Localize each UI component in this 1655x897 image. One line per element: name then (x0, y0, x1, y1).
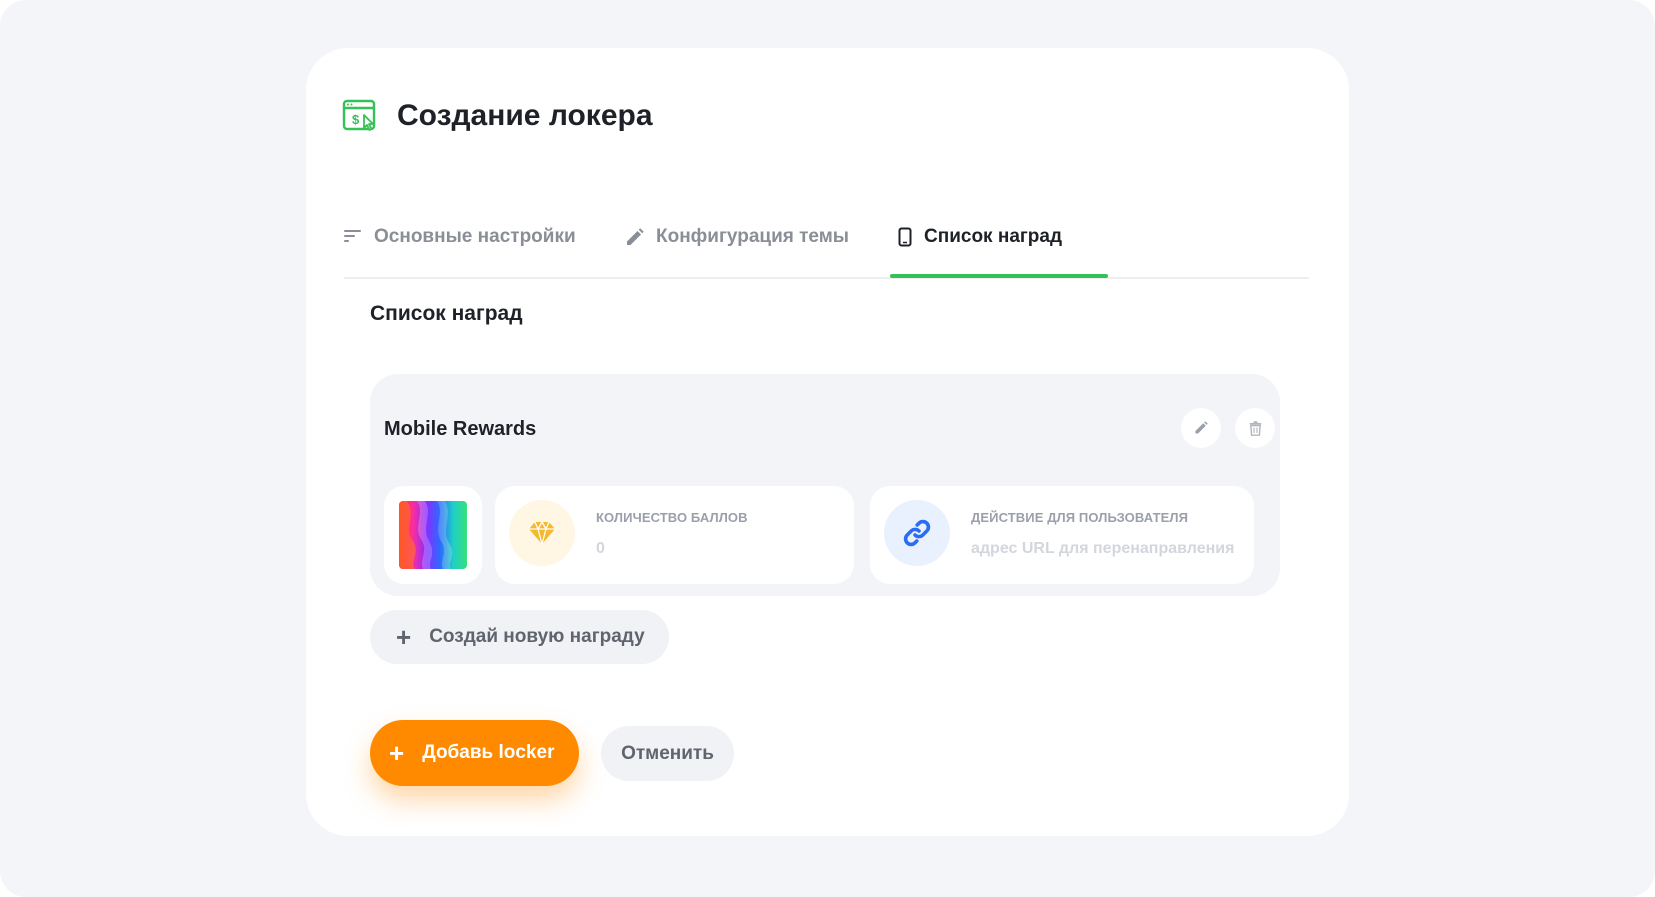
tab-rewards-list[interactable]: Список наград (898, 226, 1062, 248)
user-action-label: Действие для пользователя (971, 510, 1189, 525)
points-value: 0 (596, 540, 605, 557)
tab-label: Основные настройки (374, 226, 576, 247)
page-header: $ Создание локера (342, 98, 653, 134)
delete-reward-button[interactable] (1235, 408, 1275, 448)
cancel-button[interactable]: Отменить (601, 726, 734, 781)
create-reward-label: Создай новую награду (429, 626, 645, 647)
reward-thumbnail (399, 501, 467, 569)
svg-text:$: $ (352, 112, 360, 127)
diamond-icon-wrap (509, 500, 575, 566)
pencil-icon (627, 227, 644, 245)
points-label: Количество баллов (596, 510, 748, 525)
link-icon-wrap (884, 500, 950, 566)
page-title: Создание локера (397, 99, 653, 132)
redirect-url-placeholder: адрес URL для перенаправления (971, 540, 1235, 557)
add-locker-button[interactable]: + Добавь locker (370, 720, 579, 786)
smartphone-icon (898, 227, 912, 247)
diamond-icon (529, 521, 555, 545)
pencil-icon (1195, 421, 1208, 434)
add-locker-label: Добавь locker (422, 742, 555, 763)
section-title: Список наград (370, 302, 523, 325)
plus-icon: + (396, 621, 412, 652)
tabs-divider (344, 277, 1309, 279)
active-tab-indicator (890, 274, 1108, 278)
sort-lines-icon (344, 230, 361, 242)
edit-reward-button[interactable] (1181, 408, 1221, 448)
link-icon (903, 519, 931, 547)
tab-theme-config[interactable]: Конфигурация темы (625, 226, 849, 248)
tab-label: Конфигурация темы (656, 226, 850, 247)
user-action-field[interactable]: Действие для пользователя адрес URL для … (870, 486, 1254, 584)
plus-icon: + (389, 737, 405, 768)
locker-card: $ Создание локера Основные настройки Кон… (306, 48, 1349, 836)
points-field[interactable]: Количество баллов 0 (495, 486, 854, 584)
cancel-label: Отменить (621, 742, 714, 764)
browser-dollar-icon: $ (342, 99, 376, 131)
trash-icon (1249, 420, 1261, 436)
reward-name: Mobile Rewards (384, 418, 537, 440)
tab-bar: Основные настройки Конфигурация темы Спи… (344, 168, 1309, 279)
tab-basic-settings[interactable]: Основные настройки (344, 226, 576, 248)
reward-image-box[interactable] (384, 486, 482, 584)
tab-label: Список наград (924, 226, 1063, 247)
reward-card: Mobile Rewards КОЛИЧЕСТВО БАЛЛОВ 0 ДЕЙСТ… (370, 374, 1280, 596)
create-reward-button[interactable]: + Создай новую награду (370, 610, 669, 664)
